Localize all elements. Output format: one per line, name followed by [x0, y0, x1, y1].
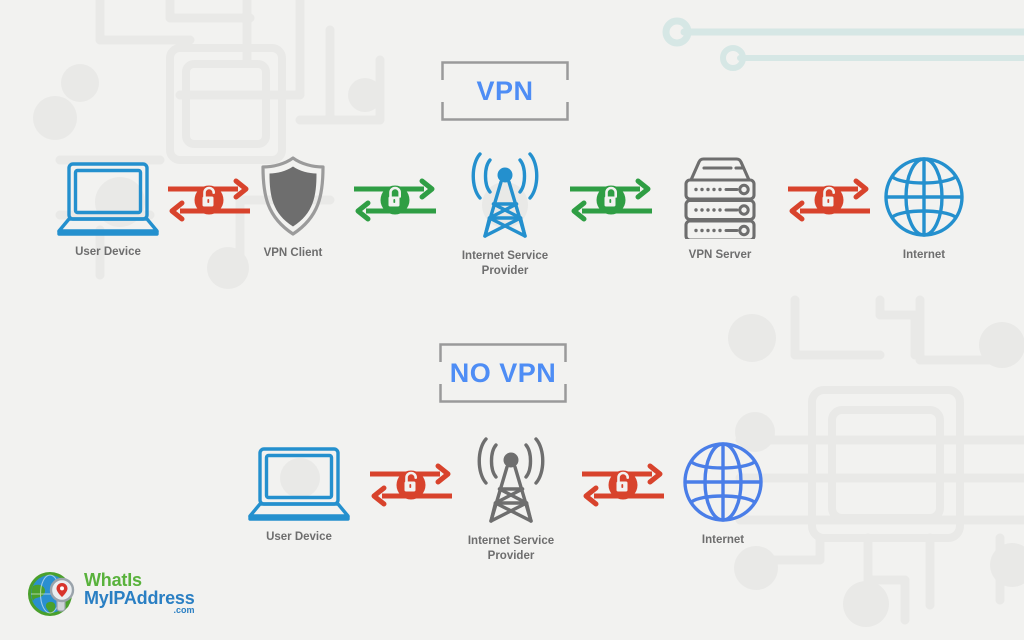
secure-arrows-locked [570, 178, 652, 222]
locked-padlock-icon [596, 185, 626, 215]
node-internet-2-label: Internet [701, 534, 745, 546]
server-rack-icon [677, 155, 763, 239]
node-isp-label: Internet Service Provider [461, 250, 549, 277]
node-user-device[interactable]: User Device [48, 158, 168, 260]
node-vpn-client-label: VPN Client [263, 247, 323, 259]
link-user-to-isp-2 [368, 463, 454, 520]
link-user-to-client [166, 178, 252, 235]
locked-padlock-icon [380, 185, 410, 215]
globe-magnifier-icon [28, 572, 75, 616]
shield-icon [257, 155, 329, 237]
link-client-to-isp [352, 178, 438, 235]
logo-line-1: WhatIs [84, 569, 142, 590]
insecure-arrows-unlocked [788, 178, 870, 222]
node-internet-label: Internet [902, 249, 946, 261]
insecure-arrows-unlocked [168, 178, 250, 222]
section-badge-no-vpn-label: NO VPN [449, 357, 557, 388]
globe-icon [681, 440, 765, 524]
radio-tower-icon [463, 152, 547, 240]
node-isp-2[interactable]: Internet Service Provider [451, 437, 571, 564]
unlocked-padlock-icon [396, 470, 426, 500]
node-isp-2-label: Internet Service Provider [467, 535, 555, 562]
site-logo[interactable]: WhatIs MyIPAddress .com [26, 563, 206, 621]
node-vpn-server-label: VPN Server [688, 249, 752, 261]
laptop-icon [56, 158, 160, 236]
link-isp-to-server [568, 178, 654, 235]
section-badge-vpn: VPN [441, 61, 569, 121]
secure-arrows-locked [354, 178, 436, 222]
node-internet[interactable]: Internet [869, 155, 979, 263]
section-badge-vpn-label: VPN [476, 75, 534, 106]
teal-accent-lines [662, 17, 1024, 71]
node-internet-2[interactable]: Internet [668, 440, 778, 548]
insecure-arrows-unlocked [370, 463, 452, 507]
logo-line-2: MyIPAddress [84, 587, 195, 608]
unlocked-padlock-icon [814, 185, 844, 215]
logo-wordmark: WhatIs MyIPAddress .com [84, 569, 195, 615]
unlocked-padlock-icon [194, 185, 224, 215]
node-user-device-label: User Device [75, 246, 141, 258]
node-user-device-2[interactable]: User Device [239, 443, 359, 545]
unlocked-padlock-icon [608, 470, 638, 500]
globe-icon [882, 155, 966, 239]
link-server-to-internet [786, 178, 872, 235]
section-badge-no-vpn: NO VPN [439, 343, 567, 403]
diagram-canvas: VPN User Device VPN Client Internet Serv… [0, 0, 1024, 640]
node-vpn-server[interactable]: VPN Server [665, 155, 775, 263]
node-isp[interactable]: Internet Service Provider [445, 152, 565, 279]
radio-tower-icon [469, 437, 553, 525]
node-user-device-2-label: User Device [266, 531, 332, 543]
laptop-icon [247, 443, 351, 521]
node-vpn-client[interactable]: VPN Client [243, 155, 343, 261]
link-isp-to-internet-2 [580, 463, 666, 520]
insecure-arrows-unlocked [582, 463, 664, 507]
